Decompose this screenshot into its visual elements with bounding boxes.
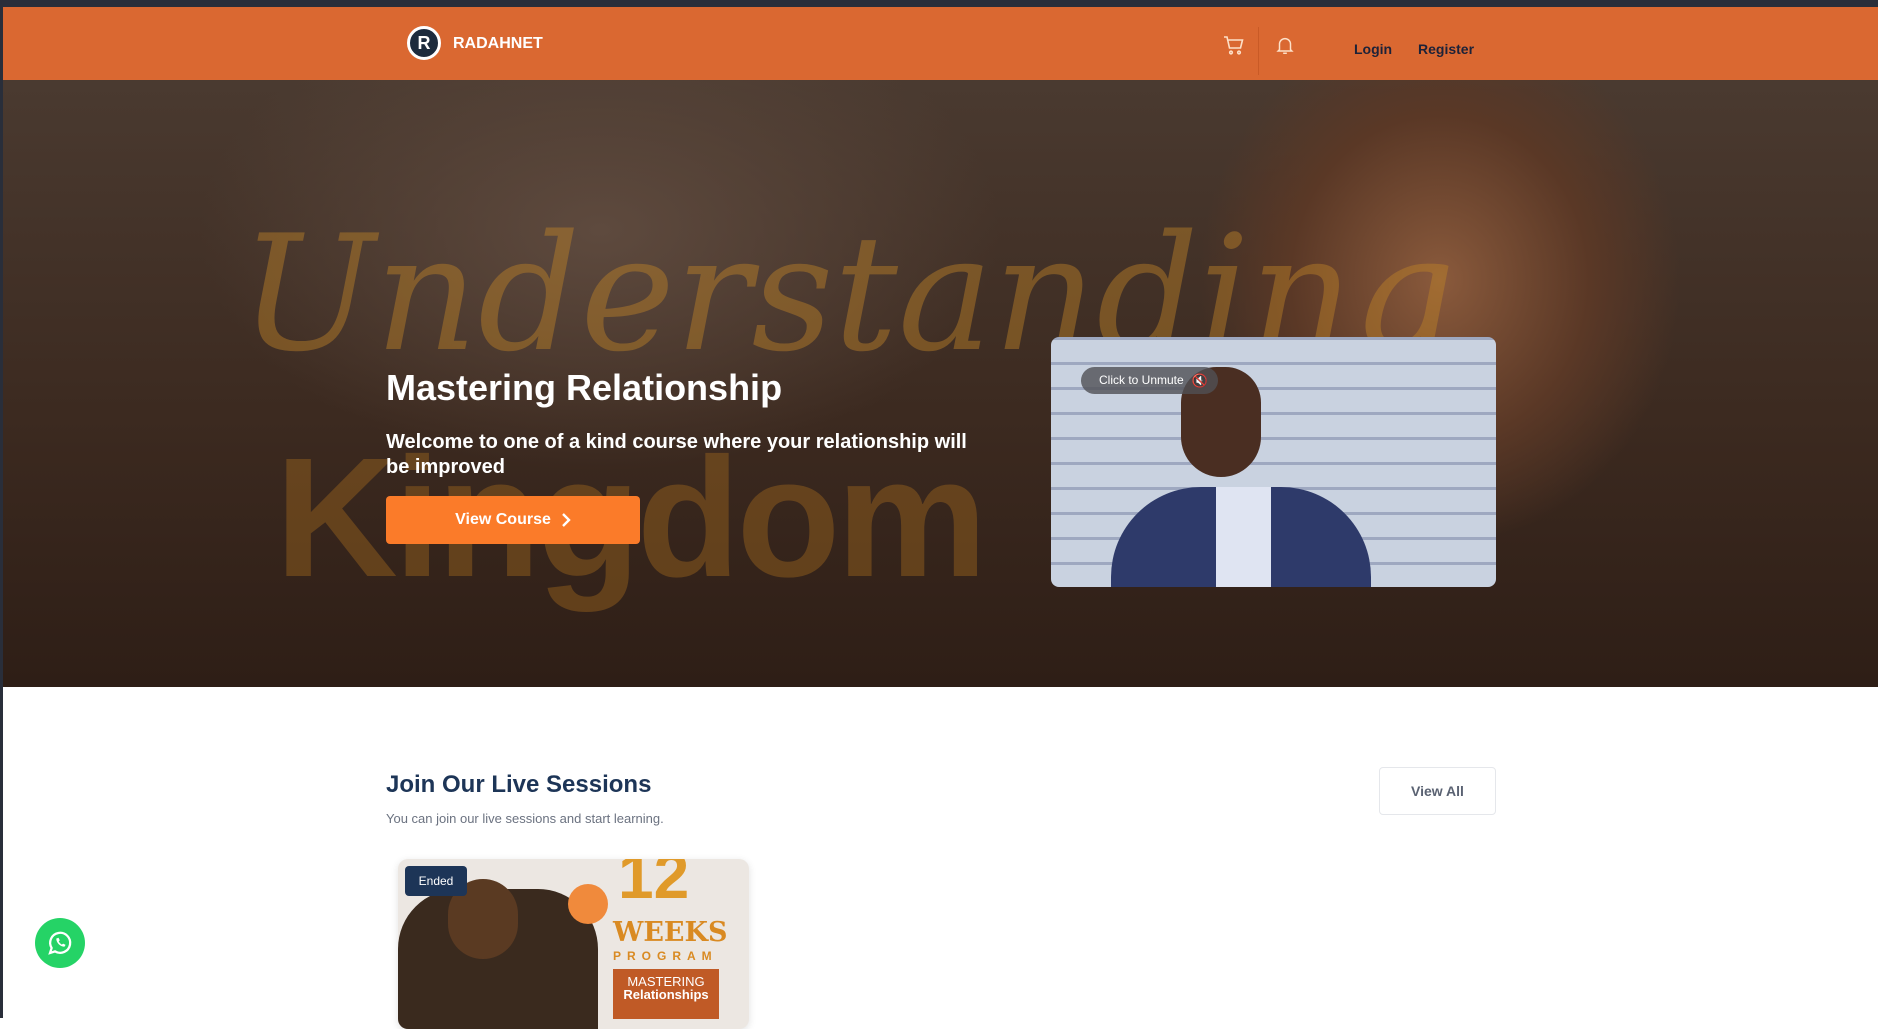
poster-sun bbox=[568, 884, 608, 924]
hero-video[interactable]: Click to Unmute 🔇 bbox=[1051, 337, 1496, 587]
live-sessions-title: Join Our Live Sessions bbox=[386, 771, 652, 798]
poster-title-box: MASTERING Relationships bbox=[613, 969, 719, 1019]
site-header: R RADAHNET Login Register bbox=[0, 7, 1878, 80]
header-divider bbox=[1258, 27, 1259, 75]
view-course-button[interactable]: View Course bbox=[386, 496, 640, 544]
poster-number: 12 bbox=[618, 859, 690, 912]
poster-program: PROGRAM bbox=[613, 949, 718, 963]
live-session-card[interactable]: 12 WEEKS PROGRAM MASTERING Relationships … bbox=[398, 859, 749, 1029]
view-course-label: View Course bbox=[455, 511, 551, 528]
bell-icon[interactable] bbox=[1274, 33, 1296, 57]
unmute-label: Click to Unmute bbox=[1099, 373, 1184, 387]
muted-speaker-icon: 🔇 bbox=[1191, 373, 1208, 388]
radahnet-logo[interactable]: R bbox=[407, 26, 441, 60]
poster-line2: Relationships bbox=[623, 987, 709, 1002]
status-badge: Ended bbox=[405, 866, 467, 896]
window-left-border bbox=[0, 0, 3, 1018]
whatsapp-button[interactable] bbox=[35, 918, 85, 968]
live-sessions-subtitle: You can join our live sessions and start… bbox=[386, 811, 664, 826]
window-top-bar bbox=[0, 0, 1878, 7]
video-person-shirt bbox=[1216, 487, 1271, 587]
cart-icon[interactable] bbox=[1222, 33, 1246, 57]
hero-banner: Understanding Kingdom bbox=[0, 80, 1878, 687]
hero-subtitle: Welcome to one of a kind course where yo… bbox=[386, 431, 967, 478]
brand-name[interactable]: RADAHNET bbox=[453, 35, 543, 53]
login-link[interactable]: Login bbox=[1354, 41, 1392, 57]
hero-title: Mastering Relationship bbox=[386, 367, 783, 408]
register-link[interactable]: Register bbox=[1418, 41, 1474, 57]
view-all-button[interactable]: View All bbox=[1379, 767, 1496, 815]
unmute-button[interactable]: Click to Unmute 🔇 bbox=[1081, 367, 1218, 394]
whatsapp-icon bbox=[48, 931, 72, 955]
chevron-right-icon bbox=[562, 513, 571, 527]
poster-weeks: WEEKS bbox=[613, 917, 728, 948]
